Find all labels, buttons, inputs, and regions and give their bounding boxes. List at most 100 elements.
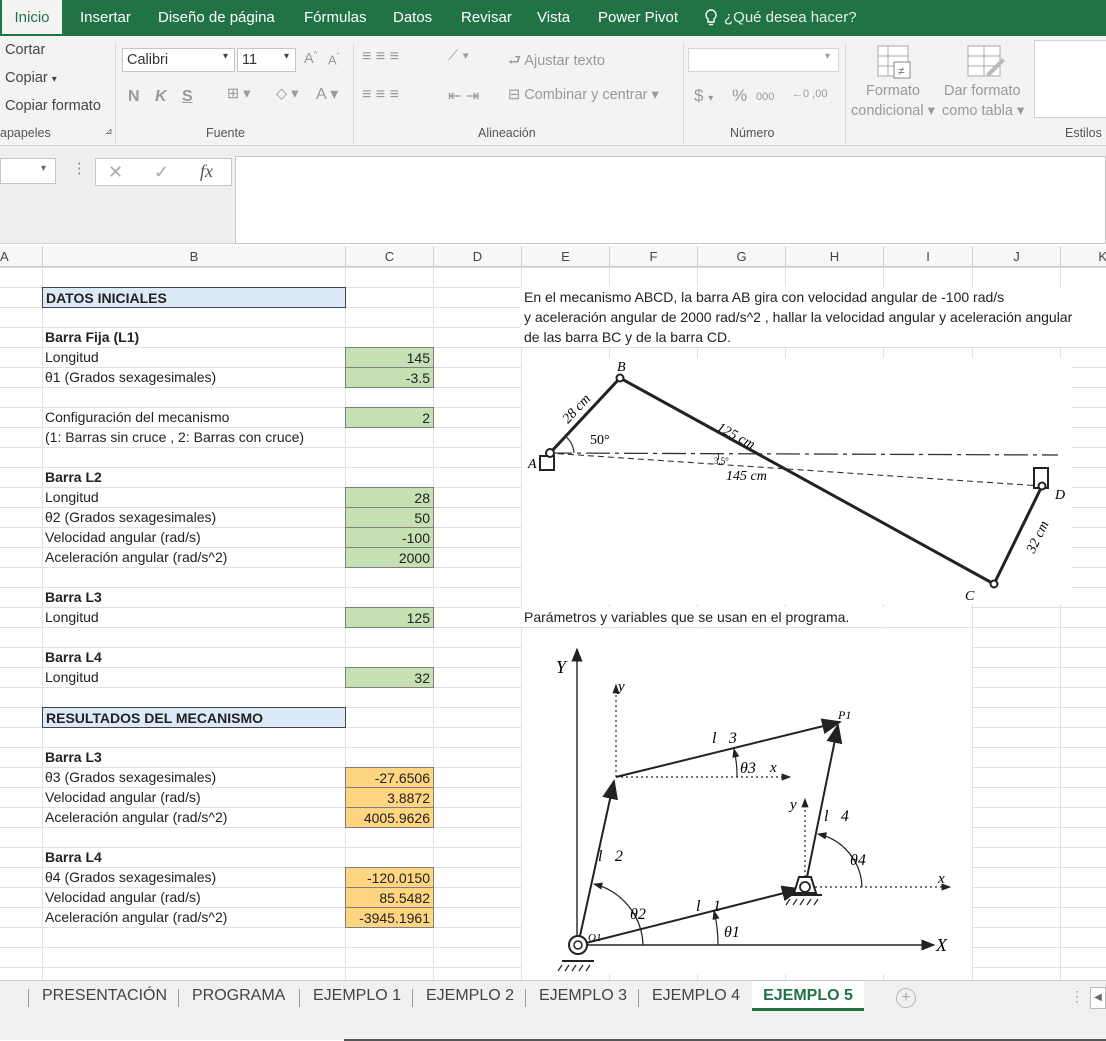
column-header-e[interactable]: E (522, 246, 610, 267)
l2-longitud-value[interactable]: 28 (345, 487, 434, 508)
more-options-icon[interactable]: ⋮ (72, 161, 87, 177)
wrap-text-button[interactable]: ⮐ Ajustar texto (508, 50, 605, 75)
mechanism-diagram[interactable]: A B C D 28 cm 125 cm 145 cm 32 cm 50° 3.… (522, 358, 1072, 604)
percent-button[interactable]: % (732, 86, 747, 106)
vel3-result[interactable]: 3.8872 (345, 787, 434, 808)
borders-icon[interactable]: ⊞ ▾ (227, 86, 250, 102)
barra-l4-label[interactable]: Barra L4 (42, 647, 342, 667)
name-box[interactable]: ▾ (0, 158, 56, 184)
column-header-i[interactable]: I (884, 246, 973, 267)
cell-styles-gallery[interactable] (1034, 40, 1106, 118)
font-size-select[interactable]: 11 ▾ (237, 48, 296, 72)
font-color-icon[interactable]: A ▾ (316, 84, 338, 104)
dialog-launcher-icon[interactable]: ⊿ (105, 126, 113, 137)
theta3-label[interactable]: θ3 (Grados sexagesimales) (42, 767, 342, 787)
confirm-icon[interactable]: ✓ (154, 162, 169, 183)
sheet-tab-ejemplo-3[interactable]: EJEMPLO 3 (539, 981, 627, 1011)
sheet-tab-ejemplo-1[interactable]: EJEMPLO 1 (313, 981, 401, 1011)
parameters-diagram[interactable]: Y X y y x x l⃗2 l⃗3 l⃗1 l⃗4 θ2 θ1 θ3 θ4 … (522, 629, 972, 974)
underline-button[interactable]: S (182, 88, 193, 106)
config-label[interactable]: Configuración del mecanismo (42, 407, 342, 427)
column-header-j[interactable]: J (973, 246, 1061, 267)
theta4-label[interactable]: θ4 (Grados sexagesimales) (42, 867, 342, 887)
l2-acc-value[interactable]: 2000 (345, 547, 434, 568)
theta3-result[interactable]: -27.6506 (345, 767, 434, 788)
currency-button[interactable]: $ ▾ (694, 86, 713, 106)
fill-color-icon[interactable]: ◇ ▾ (276, 86, 298, 102)
column-header-k[interactable]: K (1061, 246, 1106, 267)
l4-vel-label[interactable]: Velocidad angular (rad/s) (42, 887, 342, 907)
acc3-result[interactable]: 4005.9626 (345, 807, 434, 828)
l3-longitud-label[interactable]: Longitud (42, 607, 342, 627)
tab-revisar[interactable]: Revisar (461, 0, 512, 36)
column-header-d[interactable]: D (434, 246, 522, 267)
barra-l3-label[interactable]: Barra L3 (42, 587, 342, 607)
l4-acc-label[interactable]: Aceleración angular (rad/s^2) (42, 907, 342, 927)
sheet-tab-ejemplo-4[interactable]: EJEMPLO 4 (652, 981, 740, 1011)
cancel-icon[interactable]: ✕ (108, 162, 123, 183)
l3-acc-label[interactable]: Aceleración angular (rad/s^2) (42, 807, 342, 827)
number-format-select[interactable]: ▾ (688, 48, 839, 72)
worksheet-grid[interactable]: DATOS INICIALES Barra Fija (L1) Longitud… (0, 267, 1106, 980)
res-barra-l4-label[interactable]: Barra L4 (42, 847, 342, 867)
more-options-icon[interactable]: ⋮ (1070, 988, 1084, 1005)
sheet-tab-programa[interactable]: PROGRAMA (192, 981, 285, 1011)
l2-vel-value[interactable]: -100 (345, 527, 434, 548)
scroll-left-button[interactable]: ◀ (1090, 987, 1106, 1009)
l3-vel-label[interactable]: Velocidad angular (rad/s) (42, 787, 342, 807)
decrease-font-icon[interactable]: Aˇ (328, 52, 339, 67)
l4-longitud-value[interactable]: 32 (345, 667, 434, 688)
l2-acc-label[interactable]: Aceleración angular (rad/s^2) (42, 547, 342, 567)
italic-button[interactable]: K (155, 88, 167, 106)
tab-inicio[interactable]: Inicio (2, 0, 62, 36)
theta4-result[interactable]: -120.0150 (345, 867, 434, 888)
tab-diseno-pagina[interactable]: Diseño de página (158, 0, 275, 36)
align-left-icon[interactable]: ≡ ≡ ≡ (362, 86, 399, 104)
l1-longitud-value[interactable]: 145 (345, 347, 434, 368)
bold-button[interactable]: N (128, 88, 140, 106)
datos-iniciales-header[interactable]: DATOS INICIALES (42, 287, 346, 308)
orientation-icon[interactable]: ⟋ ▾ (448, 48, 469, 64)
l4-longitud-label[interactable]: Longitud (42, 667, 342, 687)
add-sheet-button[interactable]: + (896, 988, 916, 1008)
tab-vista[interactable]: Vista (537, 0, 570, 36)
column-header-h[interactable]: H (786, 246, 884, 267)
format-painter-button[interactable]: Copiar formato (5, 98, 101, 114)
theta2-label[interactable]: θ2 (Grados sexagesimales) (42, 507, 342, 527)
description-line-1[interactable]: En el mecanismo ABCD, la barra AB gira c… (521, 287, 1106, 307)
align-top-icon[interactable]: ≡ ≡ ≡ (362, 48, 399, 66)
l2-longitud-label[interactable]: Longitud (42, 487, 342, 507)
tab-power-pivot[interactable]: Power Pivot (598, 0, 678, 36)
thousands-button[interactable]: 000 (756, 91, 774, 103)
tab-formulas[interactable]: Fórmulas (304, 0, 367, 36)
description-line-3[interactable]: de las barra BC y de la barra CD. (521, 327, 1106, 347)
tell-me-search[interactable]: ¿Qué desea hacer? (724, 0, 857, 36)
column-header-a[interactable]: A (0, 246, 43, 267)
column-header-b[interactable]: B (43, 246, 346, 267)
config-value[interactable]: 2 (345, 407, 434, 428)
barra-fija-label[interactable]: Barra Fija (L1) (42, 327, 342, 347)
l1-longitud-label[interactable]: Longitud (42, 347, 342, 367)
acc4-result[interactable]: -3945.1961 (345, 907, 434, 928)
formula-input[interactable] (235, 156, 1106, 244)
increase-font-icon[interactable]: A^ (304, 50, 317, 67)
resultados-header[interactable]: RESULTADOS DEL MECANISMO (42, 707, 346, 728)
copy-button[interactable]: Copiar ▾ (5, 70, 57, 86)
vel4-result[interactable]: 85.5482 (345, 887, 434, 908)
theta1-value[interactable]: -3.5 (345, 367, 434, 388)
theta1-label[interactable]: θ1 (Grados sexagesimales) (42, 367, 342, 387)
merge-center-button[interactable]: ⊟ Combinar y centrar ▾ (508, 87, 659, 103)
sheet-tab-ejemplo-2[interactable]: EJEMPLO 2 (426, 981, 514, 1011)
conditional-format-button[interactable]: Formato (866, 83, 920, 99)
tab-insertar[interactable]: Insertar (80, 0, 131, 36)
cut-button[interactable]: Cortar (5, 42, 45, 58)
theta2-value[interactable]: 50 (345, 507, 434, 528)
description-line-2[interactable]: y aceleración angular de 2000 rad/s^2 , … (521, 307, 1106, 327)
barra-l2-label[interactable]: Barra L2 (42, 467, 342, 487)
font-name-select[interactable]: Calibri ▾ (122, 48, 235, 72)
column-header-g[interactable]: G (698, 246, 786, 267)
params-caption[interactable]: Parámetros y variables que se usan en el… (521, 607, 971, 627)
column-header-f[interactable]: F (610, 246, 698, 267)
column-header-c[interactable]: C (346, 246, 434, 267)
format-as-table-button[interactable]: Dar formato (944, 83, 1021, 99)
